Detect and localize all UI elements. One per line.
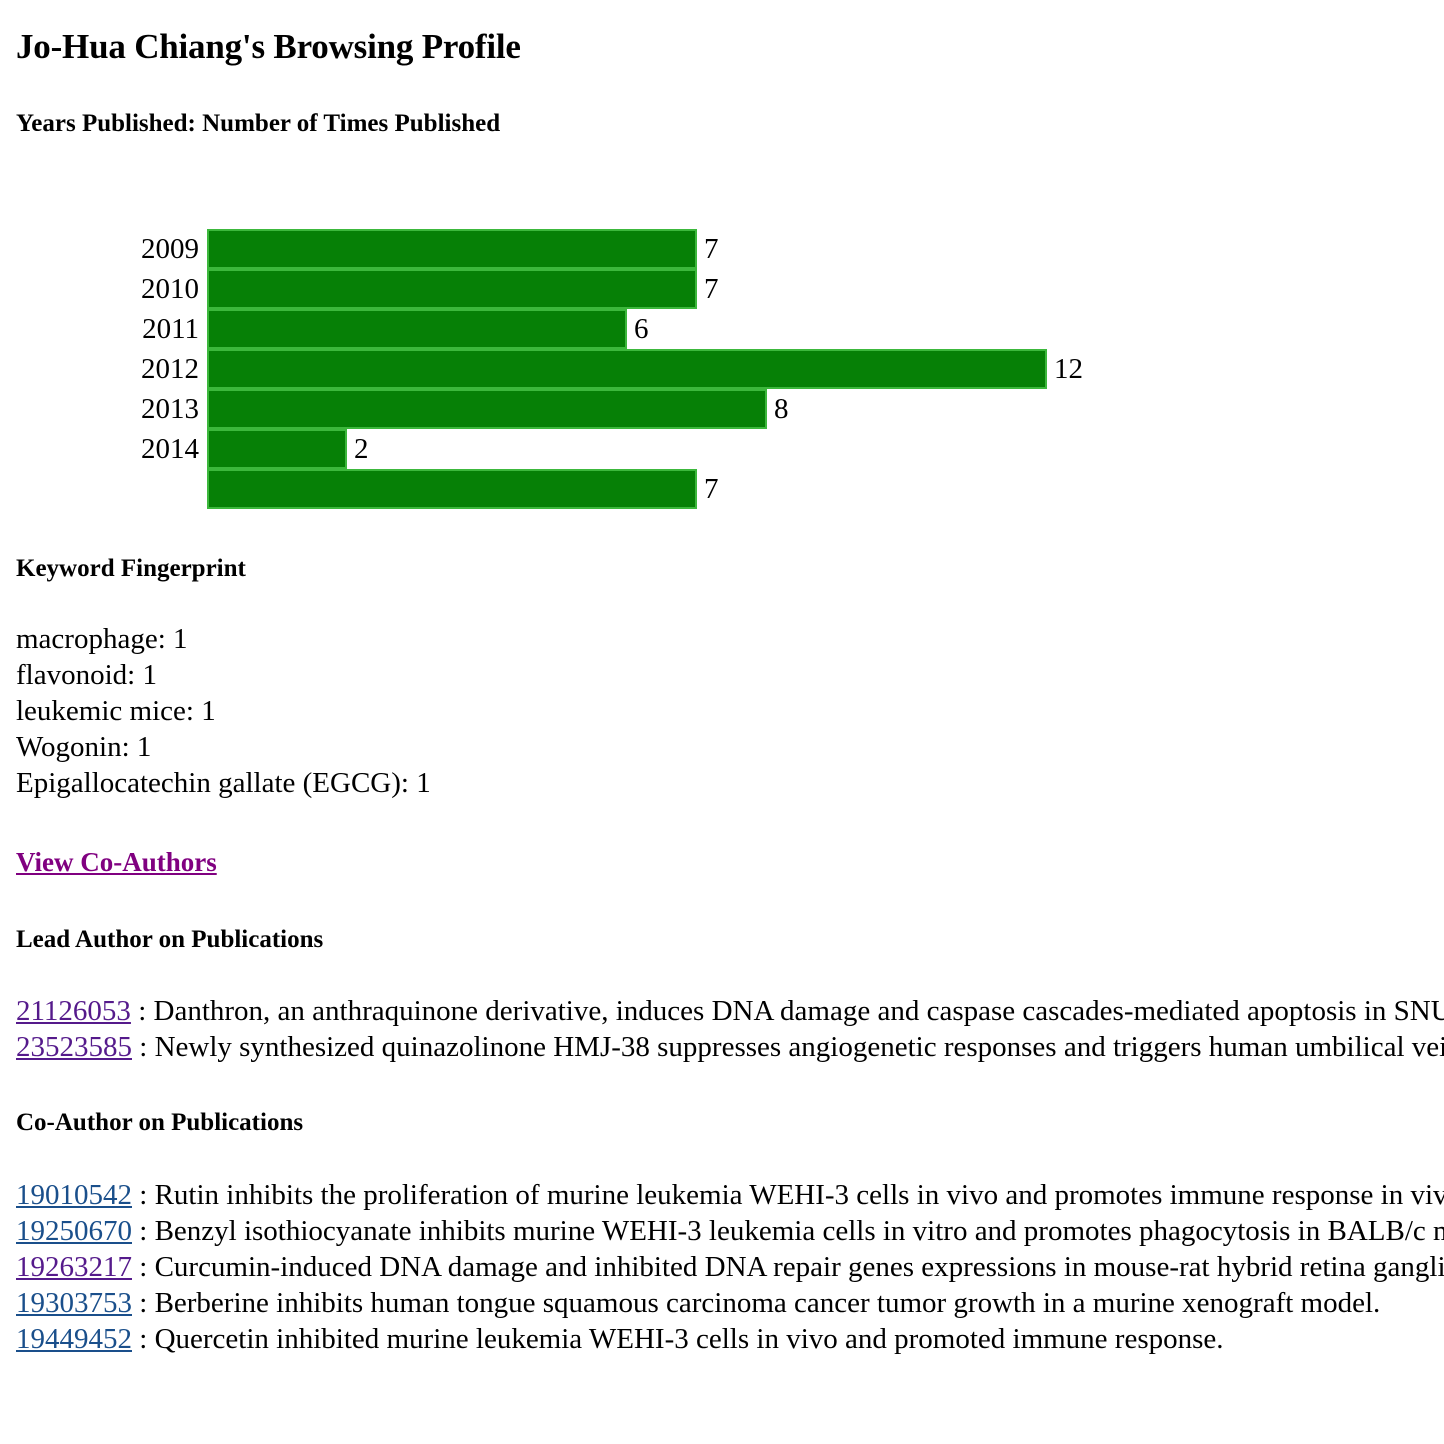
chart-bar-value: 8	[774, 393, 789, 426]
pmid-link[interactable]: 19263217	[16, 1251, 132, 1283]
lead-author-publication-row: 21126053 : Danthron, an anthraquinone de…	[16, 993, 1444, 1029]
pmid-link[interactable]: 19250670	[16, 1215, 132, 1247]
keyword-item: macrophage: 1	[16, 622, 188, 655]
keyword-item: Wogonin: 1	[16, 730, 152, 763]
publication-title: Berberine inhibits human tongue squamous…	[154, 1286, 1381, 1319]
page-title: Jo-Hua Chiang's Browsing Profile	[16, 27, 521, 66]
chart-bar-row: 2010 7	[0, 269, 1444, 310]
chart-bar	[207, 429, 347, 470]
lead-author-publication-row: 23523585 : Newly synthesized quinazolino…	[16, 1029, 1444, 1065]
chart-bar-area: 7	[207, 229, 1444, 270]
keyword-item: Epigallocatechin gallate (EGCG): 1	[16, 766, 431, 799]
pmid-link[interactable]: 19303753	[16, 1287, 132, 1319]
chart-bar	[207, 309, 627, 350]
chart-bar	[207, 269, 697, 310]
coauthor-publication-row: 19303753 : Berberine inhibits human tong…	[16, 1285, 1444, 1321]
years-published-heading: Years Published: Number of Times Publish…	[16, 109, 501, 137]
pmid-separator: :	[132, 1322, 155, 1355]
chart-bar-row: 2014 2	[0, 429, 1444, 470]
chart-bar-area: 6	[207, 309, 1444, 350]
publication-title: Quercetin inhibited murine leukemia WEHI…	[154, 1322, 1224, 1355]
keyword-fingerprint-list: macrophage: 1 flavonoid: 1 leukemic mice: …	[0, 621, 1444, 801]
chart-bar	[207, 389, 767, 430]
years-published-chart: 2009 7 2010 7 2011 6 2012 12 2013 8 2014 2 7	[0, 137, 1444, 510]
chart-year-label: 2014	[141, 433, 199, 466]
chart-year-label	[0, 469, 207, 509]
lead-author-heading: Lead Author on Publications	[16, 925, 324, 953]
pmid-separator: :	[132, 1178, 155, 1211]
chart-bar-value: 7	[704, 473, 719, 506]
publication-title: Danthron, an anthraquinone derivative, i…	[153, 995, 1444, 1028]
chart-bar	[207, 229, 697, 270]
chart-rows: 2009 7 2010 7 2011 6 2012 12 2013 8 2014 2 7	[0, 137, 1444, 510]
chart-bar-value: 7	[704, 273, 719, 306]
lead-author-publication-list: 21126053 : Danthron, an anthraquinone de…	[0, 993, 1444, 1065]
chart-bar-value: 7	[704, 233, 719, 266]
coauthor-heading: Co-Author on Publications	[16, 1109, 304, 1137]
chart-bar-value: 12	[1054, 353, 1083, 386]
pmid-link[interactable]: 19010542	[16, 1179, 132, 1211]
chart-bar	[207, 349, 1047, 390]
chart-year-label: 2009	[141, 233, 199, 266]
chart-bar-row: 7	[0, 469, 1444, 510]
publication-title: Curcumin-induced DNA damage and inhibite…	[154, 1250, 1444, 1283]
pmid-separator: :	[132, 1214, 155, 1247]
chart-bar-row: 2011 6	[0, 309, 1444, 350]
keyword-item: flavonoid: 1	[16, 658, 157, 691]
chart-bar-row: 2009 7	[0, 229, 1444, 270]
chart-bar-area: 8	[207, 389, 1444, 430]
pmid-separator: :	[132, 1031, 155, 1064]
chart-year-label: 2010	[141, 273, 199, 306]
chart-bar-area: 7	[207, 469, 1444, 510]
publication-title: Newly synthesized quinazolinone HMJ-38 s…	[154, 1031, 1444, 1064]
chart-year-label: 2011	[142, 313, 199, 346]
profile-page: Jo-Hua Chiang's Browsing Profile Years P…	[0, 0, 1444, 1357]
coauthor-publication-list: 19010542 : Rutin inhibits the proliferat…	[0, 1177, 1444, 1357]
chart-bar-row: 2013 8	[0, 389, 1444, 430]
view-coauthors-link[interactable]: View Co-Authors	[16, 847, 217, 877]
chart-bar	[207, 469, 697, 510]
pmid-separator: :	[132, 1286, 155, 1319]
publication-title: Rutin inhibits the proliferation of muri…	[154, 1178, 1444, 1211]
chart-bar-area: 2	[207, 429, 1444, 470]
pmid-link[interactable]: 19449452	[16, 1323, 132, 1355]
chart-bar-area: 12	[207, 349, 1444, 390]
pmid-link[interactable]: 21126053	[16, 995, 131, 1027]
keyword-fingerprint-heading: Keyword Fingerprint	[16, 555, 246, 583]
chart-year-label: 2012	[141, 353, 199, 386]
coauthor-publication-row: 19449452 : Quercetin inhibited murine le…	[16, 1321, 1444, 1357]
coauthor-publication-row: 19250670 : Benzyl isothiocyanate inhibit…	[16, 1213, 1444, 1249]
pmid-separator: :	[132, 1250, 155, 1283]
pmid-separator: :	[130, 995, 154, 1028]
chart-year-label: 2013	[141, 393, 199, 426]
chart-bar-row: 2012 12	[0, 349, 1444, 390]
coauthor-publication-row: 19010542 : Rutin inhibits the proliferat…	[16, 1177, 1444, 1213]
pmid-link[interactable]: 23523585	[16, 1031, 132, 1063]
coauthor-publication-row: 19263217 : Curcumin-induced DNA damage a…	[16, 1249, 1444, 1285]
chart-bar-value: 6	[634, 313, 649, 346]
chart-bar-value: 2	[354, 433, 369, 466]
chart-bar-area: 7	[207, 269, 1444, 310]
view-coauthors-wrap: View Co-Authors	[0, 847, 1444, 878]
publication-title: Benzyl isothiocyanate inhibits murine WE…	[154, 1214, 1444, 1247]
keyword-item: leukemic mice: 1	[16, 694, 216, 727]
